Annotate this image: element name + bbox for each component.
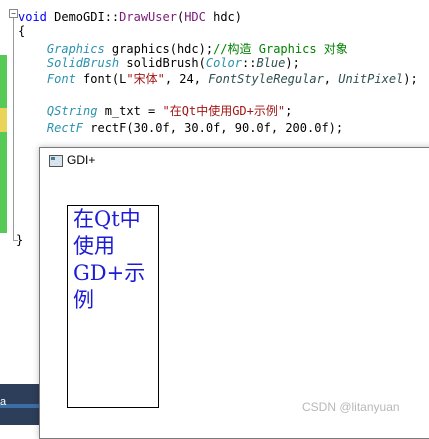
code-token: "宋体" [126,72,165,86]
code-token: rectF(30.0f, 30.0f, 90.0f, 200.0f); [83,121,344,135]
code-token: { [18,24,26,38]
code-token: solidBrush( [119,56,206,70]
window-titlebar[interactable]: GDI+ [40,148,429,174]
app-window-icon [49,155,63,167]
code-line[interactable]: RectF rectF(30.0f, 30.0f, 90.0f, 200.0f)… [18,121,343,135]
collapse-icon[interactable]: − [9,9,18,18]
code-token: "在Qt中使用GD+示例" [162,104,286,118]
code-token: Font [46,72,76,86]
code-line[interactable]: Font font(L"宋体", 24, FontStyleRegular, U… [18,72,418,86]
watermark: CSDN @litanyuan [302,400,400,414]
code-token: DemoGDI:: [54,10,120,24]
code-line[interactable]: QString m_txt = "在Qt中使用GD+示例"; [18,104,292,118]
code-token: //构造 Graphics 对象 [213,42,348,56]
code-token: void [18,10,55,24]
code-token: hdc) [205,10,242,24]
closing-brace: } [16,233,24,247]
code-token: graphics(hdc); [104,42,214,56]
code-token: ); [403,72,418,86]
code-token: :: [241,56,257,70]
taskbar-label: a [0,396,7,408]
window-title: GDI+ [67,153,96,167]
code-token: ; [285,104,293,118]
unsaved-lines-marker [0,108,7,132]
code-token: QString [46,104,98,118]
code-line[interactable]: void DemoGDI::DrawUser(HDC hdc) [18,10,242,24]
code-token: ); [285,56,300,70]
code-token: m_txt = [97,104,163,118]
code-token: Blue [256,56,286,70]
code-line[interactable]: { [18,24,25,38]
code-token: RectF [46,121,84,135]
gdi-window[interactable]: GDI+ 在Qt中使用GD+示例 [39,147,429,439]
code-token: Color [205,56,242,70]
drawn-text: 在Qt中使用GD+示例 [73,207,146,312]
code-token: DrawUser [119,10,177,24]
code-token: Graphics [46,42,105,56]
code-token: font(L [75,72,127,86]
code-token: SolidBrush [46,56,120,70]
code-token: FontStyleRegular [208,72,324,86]
code-token: HDC [184,10,206,24]
changed-lines-marker [0,55,7,233]
fold-guide [13,18,14,240]
code-token: , 24, [164,72,209,86]
code-line[interactable]: SolidBrush solidBrush(Color::Blue); [18,56,300,70]
code-token: UnitPixel [338,72,404,86]
code-token: , [323,72,339,86]
code-line[interactable]: Graphics graphics(hdc);//构造 Graphics 对象 [18,42,348,56]
